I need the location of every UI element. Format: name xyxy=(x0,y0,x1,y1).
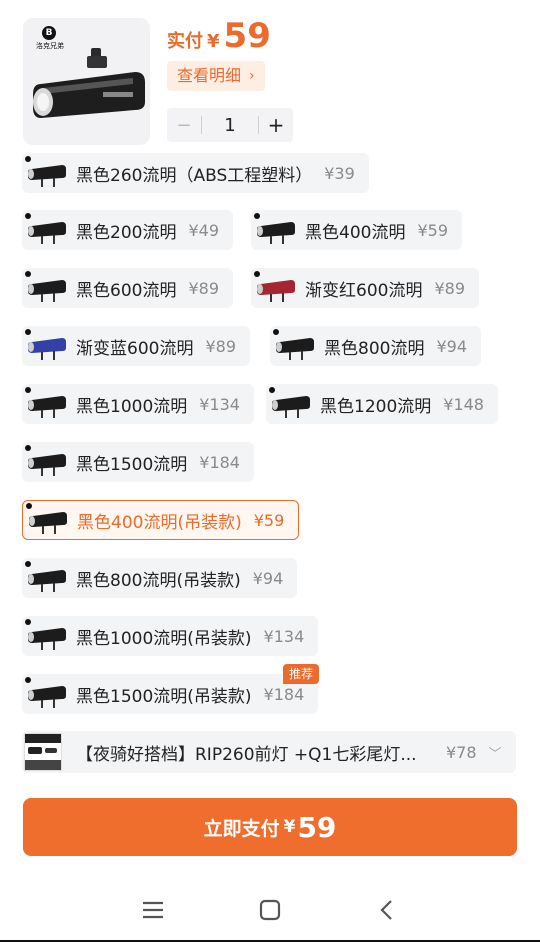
option-name: 渐变蓝600流明 xyxy=(76,338,194,359)
option-chip[interactable]: 黑色1000流明(吊装款) ¥134 xyxy=(22,616,319,656)
view-details-button[interactable]: 查看明细 › xyxy=(167,61,265,91)
price-line: 实付 ¥ 59 xyxy=(167,16,271,56)
option-thumbnail-icon xyxy=(22,326,74,366)
price-currency: ¥ xyxy=(207,31,220,52)
option-thumbnail-icon xyxy=(22,616,74,656)
option-name: 黑色1500流明(吊装款) xyxy=(76,686,252,707)
option-price: ¥134 xyxy=(263,626,305,646)
option-price: ¥89 xyxy=(434,278,465,298)
option-price: ¥59 xyxy=(417,220,448,240)
pay-amount: 59 xyxy=(297,810,337,844)
option-chip[interactable]: 黑色200流明 ¥49 xyxy=(22,210,233,250)
option-chip[interactable]: 黑色800流明(吊装款) ¥94 xyxy=(22,558,298,598)
option-name: 黑色1500流明 xyxy=(76,454,188,475)
option-name: 黑色800流明 xyxy=(324,338,425,359)
option-chip[interactable]: 黑色1500流明(吊装款) ¥184 xyxy=(22,674,319,714)
option-name: 黑色800流明(吊装款) xyxy=(76,570,241,591)
option-thumbnail-icon xyxy=(266,384,318,424)
option-chip[interactable]: 渐变蓝600流明 ¥89 xyxy=(22,326,250,366)
option-chip[interactable]: 黑色800流明 ¥94 xyxy=(270,326,481,366)
pay-now-button[interactable]: 立即支付 ¥ 59 xyxy=(23,798,517,856)
option-price: ¥184 xyxy=(199,452,240,472)
quantity-stepper: − 1 + xyxy=(167,108,293,142)
option-chip[interactable]: 黑色260流明（ABS工程塑料） ¥39 xyxy=(22,153,369,193)
product-thumbnail: B 洛克兄弟 xyxy=(23,18,150,145)
option-name: 黑色1000流明(吊装款) xyxy=(76,628,252,649)
option-chip[interactable]: 黑色1500流明 ¥184 xyxy=(22,442,254,482)
pay-currency: ¥ xyxy=(283,817,296,837)
bike-light-image xyxy=(33,48,145,118)
option-price: ¥89 xyxy=(188,278,219,298)
option-chip[interactable]: 黑色1000流明 ¥134 xyxy=(22,384,254,424)
option-thumbnail-icon xyxy=(251,210,303,250)
chevron-right-icon: › xyxy=(249,68,255,84)
option-price: ¥59 xyxy=(253,510,285,530)
option-name: 黑色260流明（ABS工程塑料） xyxy=(76,165,313,186)
option-name: 黑色200流明 xyxy=(76,222,177,243)
option-chip[interactable]: 黑色600流明 ¥89 xyxy=(22,268,233,308)
option-price: ¥134 xyxy=(199,394,240,414)
option-name: 黑色1000流明 xyxy=(76,396,188,417)
option-chip[interactable]: 黑色400流明(吊装款) ¥59 xyxy=(22,500,300,540)
option-thumbnail-icon xyxy=(22,384,74,424)
recommend-badge: 推荐 xyxy=(283,664,320,684)
option-chip[interactable]: 黑色1200流明 ¥148 xyxy=(266,384,498,424)
menu-icon[interactable] xyxy=(139,896,167,924)
option-name: 黑色1200流明 xyxy=(320,396,432,417)
option-price: ¥94 xyxy=(436,336,467,356)
product-header: B 洛克兄弟 实付 ¥ 59 查看明细 › − 1 + xyxy=(0,0,540,150)
option-price: ¥184 xyxy=(263,684,305,704)
decrease-button[interactable]: − xyxy=(167,115,201,136)
option-price: ¥89 xyxy=(205,336,236,356)
pay-label: 立即支付 xyxy=(203,817,280,840)
option-name: 黑色600流明 xyxy=(76,280,177,301)
option-price: ¥49 xyxy=(188,220,219,240)
home-icon[interactable] xyxy=(256,896,284,924)
combo-option[interactable]: 【夜骑好搭档】RIP260前灯 +Q1七彩尾灯... ¥78 ﹀ xyxy=(22,731,516,773)
option-thumbnail-icon xyxy=(251,268,303,308)
option-thumbnail-icon xyxy=(22,442,74,482)
back-icon[interactable] xyxy=(373,896,401,924)
option-price: ¥39 xyxy=(324,163,355,183)
option-thumbnail-icon xyxy=(22,210,74,250)
option-price: ¥148 xyxy=(443,394,484,414)
option-price: ¥94 xyxy=(252,568,284,588)
option-thumbnail-icon xyxy=(270,326,322,366)
combo-name: 【夜骑好搭档】RIP260前灯 +Q1七彩尾灯... xyxy=(76,744,417,765)
option-thumbnail-icon xyxy=(22,268,74,308)
option-name: 黑色400流明(吊装款) xyxy=(77,512,242,533)
option-thumbnail-icon xyxy=(22,558,74,598)
option-chip[interactable]: 黑色400流明 ¥59 xyxy=(251,210,462,250)
system-nav-bar xyxy=(0,878,540,942)
option-thumbnail-icon xyxy=(22,674,74,714)
increase-button[interactable]: + xyxy=(259,113,293,137)
view-details-label: 查看明细 xyxy=(177,66,242,85)
option-chip[interactable]: 渐变红600流明 ¥89 xyxy=(251,268,479,308)
option-thumbnail-icon xyxy=(22,153,74,193)
combo-price: ¥78 xyxy=(446,742,477,762)
price-label: 实付 xyxy=(167,31,203,52)
option-name: 黑色400流明 xyxy=(305,222,406,243)
option-thumbnail-icon xyxy=(23,500,75,540)
combo-thumbnail xyxy=(24,733,62,771)
option-name: 渐变红600流明 xyxy=(305,280,423,301)
quantity-value[interactable]: 1 xyxy=(202,115,258,136)
price-value: 59 xyxy=(223,16,271,56)
chevron-down-icon[interactable]: ﹀ xyxy=(489,743,502,762)
